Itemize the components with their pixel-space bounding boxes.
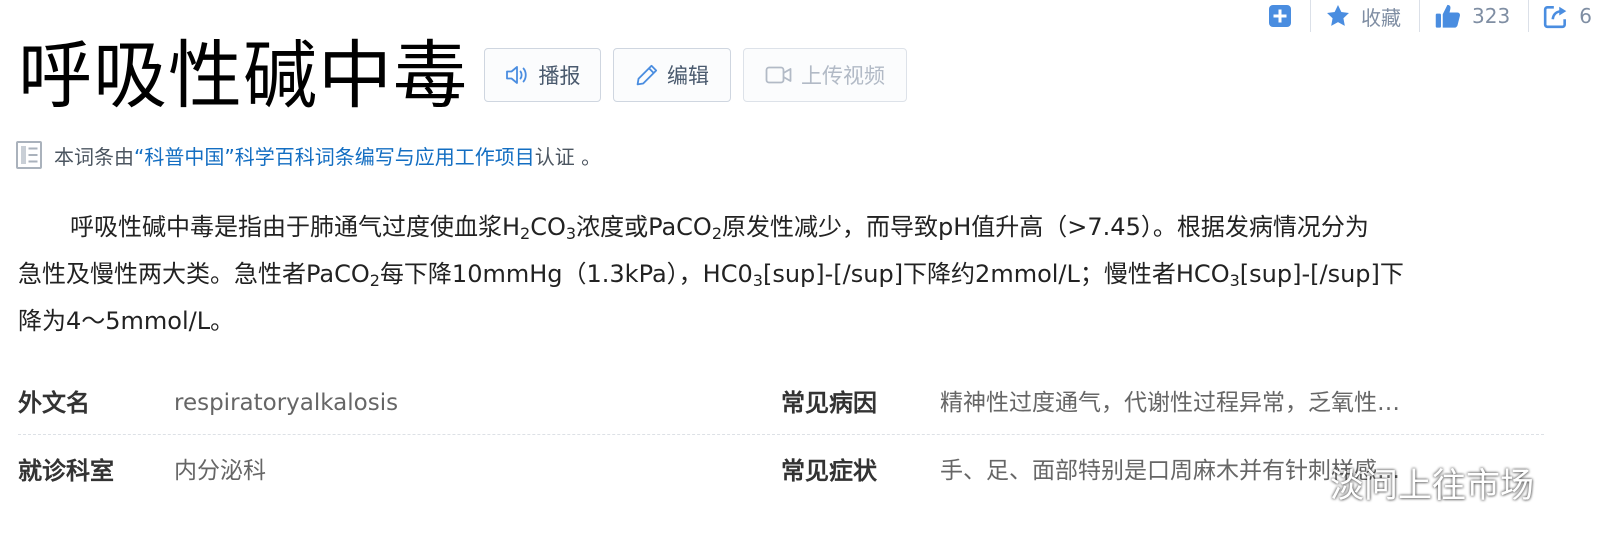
upload-video-label: 上传视频 [801, 64, 885, 88]
basic-info-row: 就诊科室 内分泌科 常见症状 手、足、面部特别是口周麻木并有针刺样感… [18, 440, 1544, 502]
video-camera-icon [765, 66, 792, 84]
certification-line: 本词条由 “科普中国”科学百科词条编写与应用工作项目 认证 。 [16, 138, 601, 172]
page-title: 呼吸性碱中毒 [18, 33, 468, 119]
thumbs-up-icon [1435, 4, 1461, 28]
basic-info-row: 外文名 respiratoryalkalosis 常见病因 精神性过度通气，代谢… [18, 372, 1544, 435]
info-value[interactable]: 精神性过度通气，代谢性过程异常，乏氧性… [940, 372, 1500, 434]
certification-suffix: 认证 。 [534, 144, 602, 169]
speaker-icon [505, 66, 527, 84]
pencil-icon [636, 64, 658, 86]
info-label: 外文名 [18, 389, 90, 417]
info-label: 常见病因 [781, 389, 877, 417]
edit-button[interactable]: 编辑 [613, 48, 731, 102]
summary-line: 呼吸性碱中毒是指由于肺通气过度使血浆H2CO3浓度或PaCO2原发性减少，而导致… [70, 213, 1369, 243]
certification-link[interactable]: “科普中国”科学百科词条编写与应用工作项目 [134, 141, 535, 170]
add-to-list-button[interactable] [1268, 0, 1292, 32]
certification-prefix: 本词条由 [54, 144, 134, 169]
broadcast-button[interactable]: 播报 [484, 48, 601, 102]
share-icon [1544, 6, 1567, 29]
entry-actions: 收藏 323 6 [1268, 0, 1592, 32]
upload-video-button[interactable]: 上传视频 [743, 48, 907, 102]
summary-paragraph: 呼吸性碱中毒是指由于肺通气过度使血浆H2CO3浓度或PaCO2原发性减少，而导致… [18, 204, 1548, 345]
divider [1310, 0, 1311, 32]
share-count: 6 [1579, 4, 1592, 28]
plus-icon [1269, 5, 1291, 27]
edit-label: 编辑 [667, 64, 709, 88]
summary-line: 降为4～5mmol/L。 [18, 307, 235, 335]
info-value: 内分泌科 [174, 458, 266, 484]
favorite-button[interactable]: 收藏 [1325, 0, 1401, 32]
like-button[interactable]: 323 [1434, 0, 1510, 32]
divider [1528, 0, 1530, 32]
broadcast-label: 播报 [538, 64, 581, 88]
document-icon [16, 141, 42, 169]
info-value: respiratoryalkalosis [174, 390, 399, 416]
watermark-text: 淡问上往市场 [1330, 466, 1534, 506]
summary-line: 急性及慢性两大类。急性者PaCO2每下降10mmHg（1.3kPa），HC03[… [18, 260, 1404, 290]
info-label: 就诊科室 [18, 457, 114, 485]
star-icon [1327, 4, 1349, 26]
divider [1419, 0, 1420, 32]
share-button[interactable]: 6 [1543, 0, 1592, 32]
info-label: 常见症状 [781, 457, 877, 485]
favorite-label: 收藏 [1361, 5, 1401, 30]
like-count: 323 [1472, 4, 1511, 28]
